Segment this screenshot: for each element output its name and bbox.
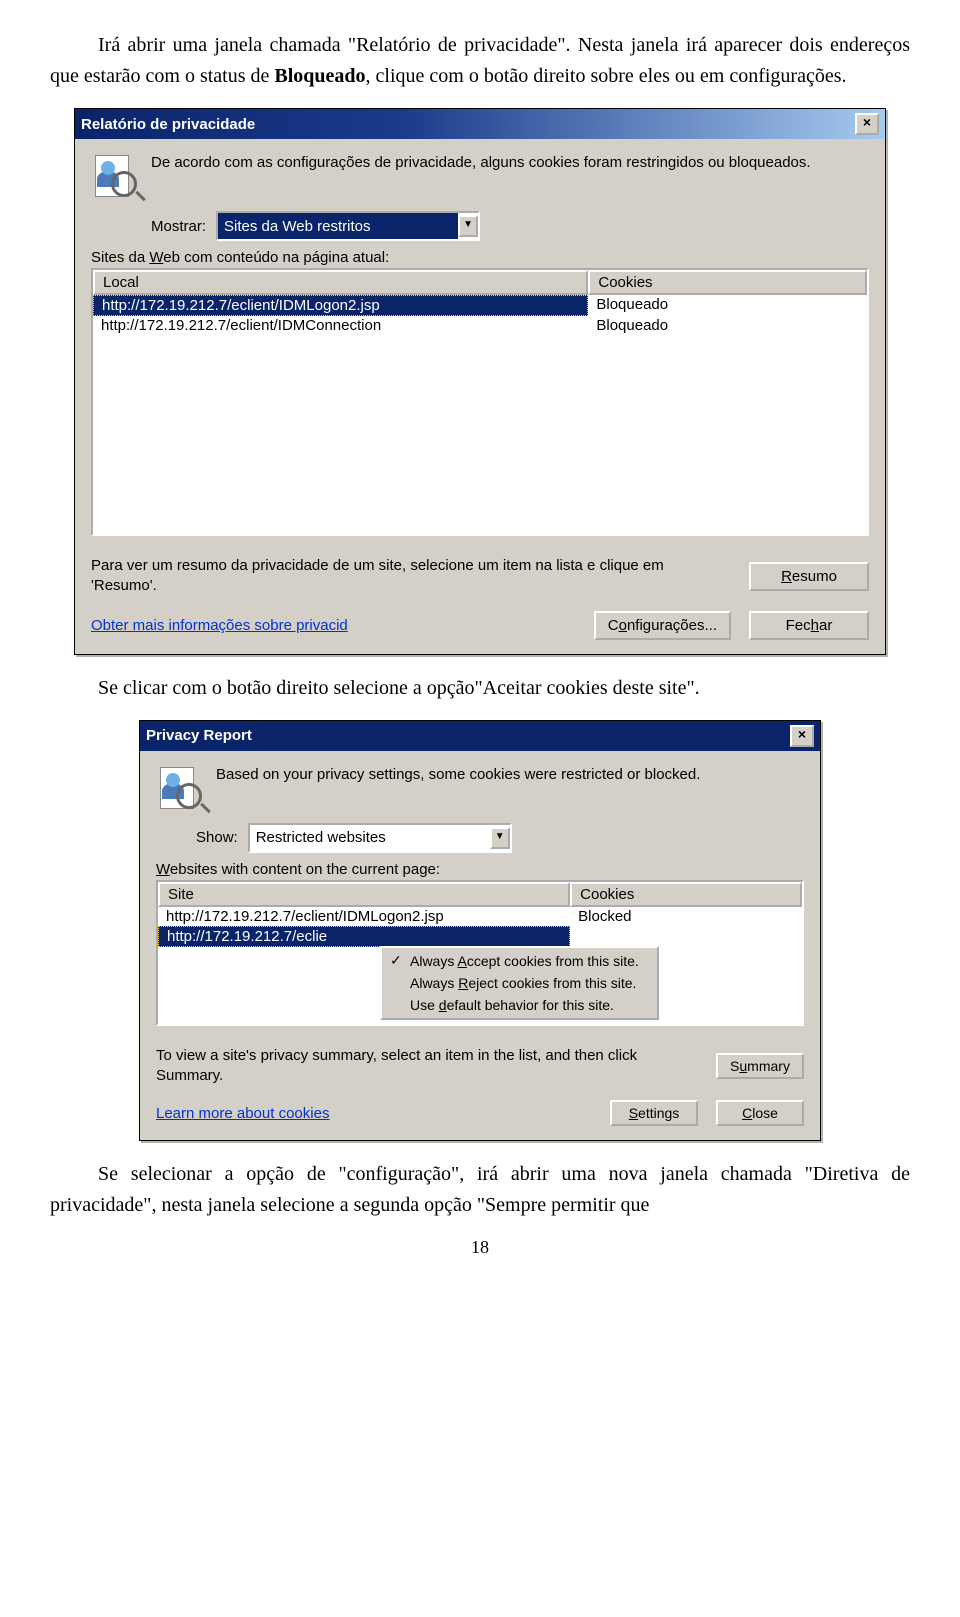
settings-button[interactable]: Configurações... [594, 611, 731, 640]
list-item[interactable]: http://172.19.212.7/eclient/IDMConnectio… [93, 316, 867, 335]
list-header: Local Cookies [93, 270, 867, 295]
chevron-down-icon[interactable]: ▼ [490, 827, 510, 849]
more-info-link[interactable]: Obter mais informações sobre privacid [91, 617, 576, 634]
page-number: 18 [50, 1237, 910, 1258]
site-cell: http://172.19.212.7/eclient/IDMConnectio… [93, 316, 588, 335]
para1-text-c: , clique com o botão direito sobre eles … [366, 65, 847, 87]
site-cell: http://172.19.212.7/eclient/IDMLogon2.js… [158, 907, 570, 926]
site-cell: http://172.19.212.7/eclie [158, 926, 570, 947]
paragraph-3: Se selecionar a opção de "configuração",… [50, 1159, 910, 1221]
para2-text: Se clicar com o botão direito selecione … [98, 677, 700, 699]
para3-text: Se selecionar a opção de "configuração",… [50, 1163, 910, 1216]
col-cookies-header[interactable]: Cookies [588, 270, 867, 295]
ctx-always-reject[interactable]: Always Reject cookies from this site. [382, 972, 657, 994]
dialog-body: Based on your privacy settings, some coo… [140, 751, 820, 1141]
settings-button[interactable]: Settings [610, 1100, 698, 1126]
close-icon[interactable]: × [855, 113, 879, 135]
intro-text: Based on your privacy settings, some coo… [216, 765, 804, 811]
col-cookies-header[interactable]: Cookies [570, 882, 802, 907]
status-cell [570, 926, 802, 947]
privacy-report-dialog-pt: Relatório de privacidade × De acordo com… [74, 108, 886, 655]
dialog-body: De acordo com as configurações de privac… [75, 139, 885, 654]
hint-text: To view a site's privacy summary, select… [156, 1046, 698, 1087]
ctx-always-accept[interactable]: Always Accept cookies from this site. [382, 950, 657, 972]
show-combobox[interactable]: Sites da Web restritos ▼ [216, 211, 480, 241]
close-icon[interactable]: × [790, 725, 814, 747]
status-cell: Bloqueado [588, 316, 867, 335]
status-cell: Bloqueado [588, 295, 867, 316]
close-button[interactable]: Close [716, 1100, 804, 1126]
sites-listbox[interactable]: Local Cookies http://172.19.212.7/eclien… [91, 268, 869, 536]
chevron-down-icon[interactable]: ▼ [458, 215, 478, 237]
ctx-use-default[interactable]: Use default behavior for this site. [382, 994, 657, 1016]
summary-button[interactable]: Resumo [749, 562, 869, 591]
more-info-link[interactable]: Learn more about cookies [156, 1105, 592, 1122]
col-site-header[interactable]: Local [93, 270, 588, 295]
list-item[interactable]: http://172.19.212.7/eclient/IDMLogon2.js… [93, 295, 867, 316]
titlebar[interactable]: Relatório de privacidade × [75, 109, 885, 139]
titlebar-text: Relatório de privacidade [81, 116, 855, 133]
show-combobox[interactable]: Restricted websites ▼ [248, 823, 512, 853]
close-button[interactable]: Fechar [749, 611, 869, 640]
paragraph-2: Se clicar com o botão direito selecione … [50, 673, 910, 704]
intro-text: De acordo com as configurações de privac… [151, 153, 869, 199]
show-label: Mostrar: [151, 218, 206, 235]
list-header: Site Cookies [158, 882, 802, 907]
titlebar[interactable]: Privacy Report × [140, 721, 820, 751]
list-item[interactable]: http://172.19.212.7/eclie [158, 926, 802, 947]
list-item[interactable]: http://172.19.212.7/eclient/IDMLogon2.js… [158, 907, 802, 926]
show-label: Show: [196, 829, 238, 846]
titlebar-text: Privacy Report [146, 727, 790, 744]
sites-label: Websites with content on the current pag… [156, 861, 804, 878]
sites-label: Sites da Web com conteúdo na página atua… [91, 249, 869, 266]
col-site-header[interactable]: Site [158, 882, 570, 907]
show-selected: Sites da Web restritos [218, 213, 458, 239]
context-menu[interactable]: Always Accept cookies from this site. Al… [380, 946, 659, 1020]
privacy-report-dialog-en: Privacy Report × Based on your privacy s… [139, 720, 821, 1142]
show-selected: Restricted websites [250, 825, 490, 851]
status-cell: Blocked [570, 907, 802, 926]
para1-text-b: Bloqueado [274, 65, 365, 87]
summary-button[interactable]: Summary [716, 1053, 804, 1079]
hint-text: Para ver um resumo da privacidade de um … [91, 556, 731, 597]
site-cell: http://172.19.212.7/eclient/IDMLogon2.js… [93, 295, 588, 316]
paragraph-1: Irá abrir uma janela chamada "Relatório … [50, 30, 910, 92]
privacy-icon [91, 153, 139, 199]
privacy-icon [156, 765, 204, 811]
